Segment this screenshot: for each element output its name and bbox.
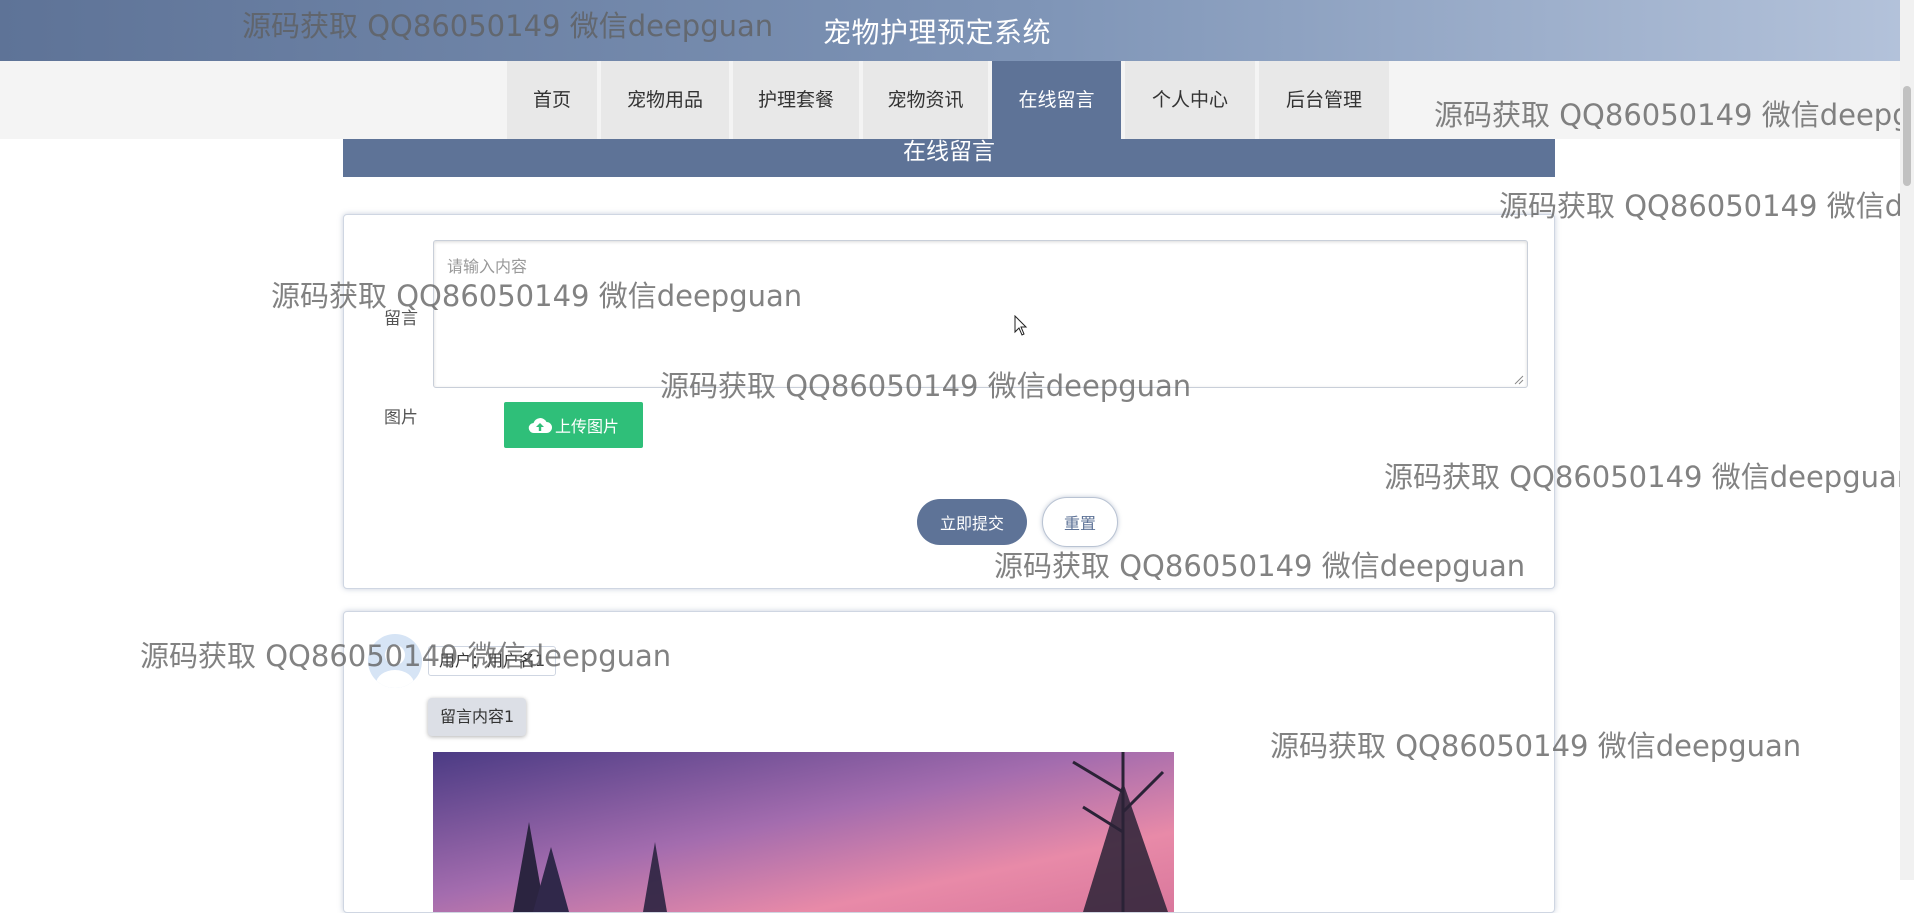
nav-item-pet-supplies[interactable]: 宠物用品 <box>601 61 729 139</box>
image-label: 图片 <box>384 408 418 428</box>
upload-image-button[interactable]: 上传图片 <box>504 402 643 448</box>
nav-item-home[interactable]: 首页 <box>507 61 597 139</box>
upload-image-label: 上传图片 <box>554 417 619 436</box>
message-textarea[interactable]: 请输入内容 <box>433 240 1528 388</box>
main-nav: 首页 宠物用品 护理套餐 宠物资讯 在线留言 个人中心 后台管理 <box>0 61 1900 139</box>
message-label: 留言 <box>384 309 418 329</box>
user-icon <box>376 645 414 688</box>
landscape-image <box>433 752 1174 912</box>
message-placeholder: 请输入内容 <box>447 257 528 276</box>
submit-button[interactable]: 立即提交 <box>917 499 1027 545</box>
site-title: 宠物护理预定系统 <box>822 16 1051 49</box>
nav-item-care-packages[interactable]: 护理套餐 <box>733 61 859 139</box>
message-user: 用户：用户名1 <box>428 646 557 676</box>
page-scrollbar[interactable] <box>1900 0 1914 880</box>
watermark-text: 源码获取 QQ86050149 微信deepguan <box>1499 189 1914 223</box>
section-title: 在线留言 <box>343 139 1555 177</box>
resize-grip-icon[interactable] <box>1514 375 1524 385</box>
reset-button[interactable]: 重置 <box>1042 497 1118 547</box>
cloud-upload-icon <box>528 418 552 434</box>
header-bar: 宠物护理预定系统 <box>0 0 1900 61</box>
nav-item-online-message[interactable]: 在线留言 <box>992 61 1121 139</box>
scrollbar-thumb[interactable] <box>1903 86 1911 186</box>
nav-item-admin[interactable]: 后台管理 <box>1259 61 1389 139</box>
message-list: 用户：用户名1 留言内容1 <box>343 611 1555 913</box>
mouse-cursor-icon <box>1014 315 1028 336</box>
user-avatar <box>368 634 422 688</box>
nav-item-pet-news[interactable]: 宠物资讯 <box>863 61 988 139</box>
nav-item-personal-center[interactable]: 个人中心 <box>1125 61 1255 139</box>
message-content: 留言内容1 <box>428 698 527 736</box>
message-form: 留言 请输入内容 图片 上传图片 立即提交 重置 <box>343 214 1555 589</box>
message-image <box>433 752 1174 912</box>
